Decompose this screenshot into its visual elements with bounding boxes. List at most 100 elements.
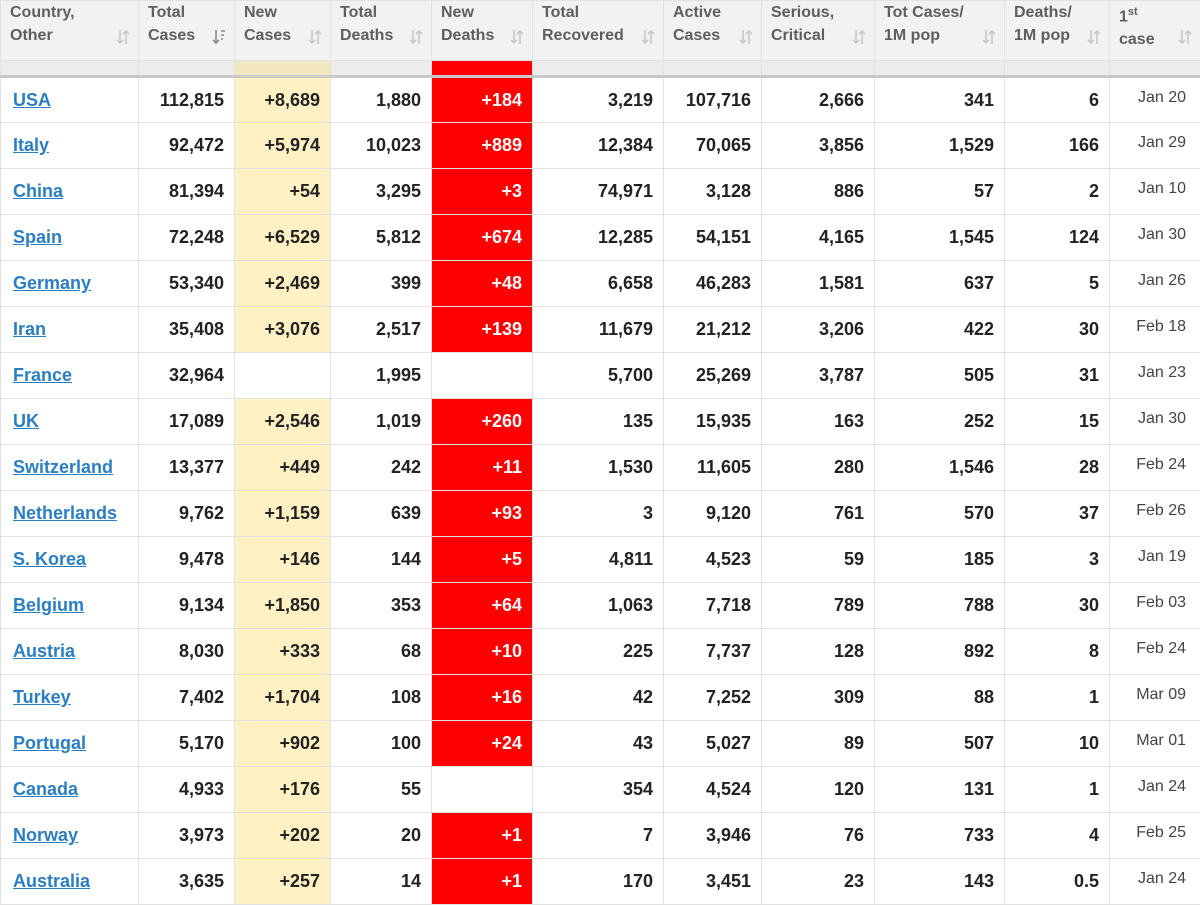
serious-critical-cell: 761 xyxy=(762,491,875,537)
header-line2: Deaths xyxy=(441,27,494,44)
country-link[interactable]: S. Korea xyxy=(13,549,86,569)
column-header-total-deaths[interactable]: TotalDeaths xyxy=(331,1,432,61)
total-deaths-cell: 639 xyxy=(331,491,432,537)
sort-icon[interactable] xyxy=(510,28,524,46)
table-row: Austria8,030+33368+102257,7371288928Feb … xyxy=(1,629,1200,675)
world-cell xyxy=(762,61,875,77)
total-deaths-cell: 20 xyxy=(331,813,432,859)
country-link[interactable]: Italy xyxy=(13,135,49,155)
new-cases-cell: +202 xyxy=(235,813,331,859)
country-link[interactable]: UK xyxy=(13,411,39,431)
table-header: Country,OtherTotalCasesNewCasesTotalDeat… xyxy=(1,1,1200,61)
column-header-tot-cases-per-1m[interactable]: Tot Cases/1M pop xyxy=(875,1,1005,61)
header-row: Country,OtherTotalCasesNewCasesTotalDeat… xyxy=(1,1,1200,61)
cases-per-1m-cell: 892 xyxy=(875,629,1005,675)
table-row: S. Korea9,478+146144+54,8114,523591853Ja… xyxy=(1,537,1200,583)
active-cases-cell: 15,935 xyxy=(664,399,762,445)
sort-icon[interactable] xyxy=(116,28,130,46)
column-header-label: TotalCases xyxy=(148,1,222,47)
header-line1: Total xyxy=(340,4,377,21)
world-cell xyxy=(235,61,331,77)
country-link[interactable]: Australia xyxy=(13,871,90,891)
column-header-deaths-per-1m[interactable]: Deaths/1M pop xyxy=(1005,1,1110,61)
total-deaths-cell: 14 xyxy=(331,859,432,905)
sort-descending-icon[interactable] xyxy=(212,28,226,46)
country-cell: Norway xyxy=(1,813,139,859)
column-header-first-case[interactable]: 1stcase xyxy=(1110,1,1200,61)
sort-icon[interactable] xyxy=(308,28,322,46)
column-header-new-cases[interactable]: NewCases xyxy=(235,1,331,61)
new-cases-cell: +449 xyxy=(235,445,331,491)
deaths-per-1m-cell: 5 xyxy=(1005,261,1110,307)
column-header-total-recovered[interactable]: TotalRecovered xyxy=(533,1,664,61)
column-header-new-deaths[interactable]: NewDeaths xyxy=(432,1,533,61)
table-row: Belgium9,134+1,850353+641,0637,718789788… xyxy=(1,583,1200,629)
country-link[interactable]: Austria xyxy=(13,641,75,661)
sort-icon[interactable] xyxy=(1178,28,1192,46)
total-recovered-cell: 3,219 xyxy=(533,77,664,123)
deaths-per-1m-cell: 15 xyxy=(1005,399,1110,445)
header-line2: Cases xyxy=(148,27,195,44)
sort-icon[interactable] xyxy=(1087,28,1101,46)
country-link[interactable]: Netherlands xyxy=(13,503,117,523)
total-deaths-cell: 399 xyxy=(331,261,432,307)
new-cases-cell: +902 xyxy=(235,721,331,767)
table-row: Portugal5,170+902100+24435,0278950710Mar… xyxy=(1,721,1200,767)
total-recovered-cell: 12,285 xyxy=(533,215,664,261)
country-cell: Iran xyxy=(1,307,139,353)
country-link[interactable]: France xyxy=(13,365,72,385)
serious-critical-cell: 789 xyxy=(762,583,875,629)
total-cases-cell: 7,402 xyxy=(139,675,235,721)
total-recovered-cell: 5,700 xyxy=(533,353,664,399)
world-total-row-partial xyxy=(1,61,1200,77)
column-header-serious-critical[interactable]: Serious,Critical xyxy=(762,1,875,61)
column-header-label: NewDeaths xyxy=(441,1,520,47)
first-case-cell: Jan 23 xyxy=(1110,353,1200,399)
country-cell: Austria xyxy=(1,629,139,675)
serious-critical-cell: 1,581 xyxy=(762,261,875,307)
sort-icon[interactable] xyxy=(641,28,655,46)
sort-icon[interactable] xyxy=(409,28,423,46)
cases-per-1m-cell: 570 xyxy=(875,491,1005,537)
header-line2: 1M pop xyxy=(1014,27,1070,44)
country-link[interactable]: China xyxy=(13,181,63,201)
table-row: USA112,815+8,6891,880+1843,219107,7162,6… xyxy=(1,77,1200,123)
column-header-label: ActiveCases xyxy=(673,1,749,47)
header-line1: Tot Cases/ xyxy=(884,4,964,21)
total-recovered-cell: 12,384 xyxy=(533,123,664,169)
deaths-per-1m-cell: 166 xyxy=(1005,123,1110,169)
sort-icon[interactable] xyxy=(739,28,753,46)
serious-critical-cell: 4,165 xyxy=(762,215,875,261)
new-cases-cell: +176 xyxy=(235,767,331,813)
world-cell xyxy=(1110,61,1200,77)
deaths-per-1m-cell: 1 xyxy=(1005,767,1110,813)
world-cell xyxy=(139,61,235,77)
country-link[interactable]: Turkey xyxy=(13,687,71,707)
column-header-total-cases[interactable]: TotalCases xyxy=(139,1,235,61)
country-link[interactable]: Belgium xyxy=(13,595,84,615)
country-link[interactable]: Portugal xyxy=(13,733,86,753)
country-cell: Spain xyxy=(1,215,139,261)
country-link[interactable]: Spain xyxy=(13,227,62,247)
country-cell: S. Korea xyxy=(1,537,139,583)
column-header-country[interactable]: Country,Other xyxy=(1,1,139,61)
cases-per-1m-cell: 131 xyxy=(875,767,1005,813)
country-cell: China xyxy=(1,169,139,215)
country-link[interactable]: Switzerland xyxy=(13,457,113,477)
total-deaths-cell: 2,517 xyxy=(331,307,432,353)
country-link[interactable]: Norway xyxy=(13,825,78,845)
serious-critical-cell: 3,206 xyxy=(762,307,875,353)
header-line1: Country, xyxy=(10,4,75,21)
sort-icon[interactable] xyxy=(852,28,866,46)
country-link[interactable]: Germany xyxy=(13,273,91,293)
country-link[interactable]: USA xyxy=(13,90,51,110)
total-deaths-cell: 3,295 xyxy=(331,169,432,215)
serious-critical-cell: 89 xyxy=(762,721,875,767)
column-header-active-cases[interactable]: ActiveCases xyxy=(664,1,762,61)
sort-icon[interactable] xyxy=(982,28,996,46)
country-link[interactable]: Canada xyxy=(13,779,78,799)
total-recovered-cell: 11,679 xyxy=(533,307,664,353)
country-link[interactable]: Iran xyxy=(13,319,46,339)
serious-critical-cell: 3,856 xyxy=(762,123,875,169)
total-recovered-cell: 1,530 xyxy=(533,445,664,491)
